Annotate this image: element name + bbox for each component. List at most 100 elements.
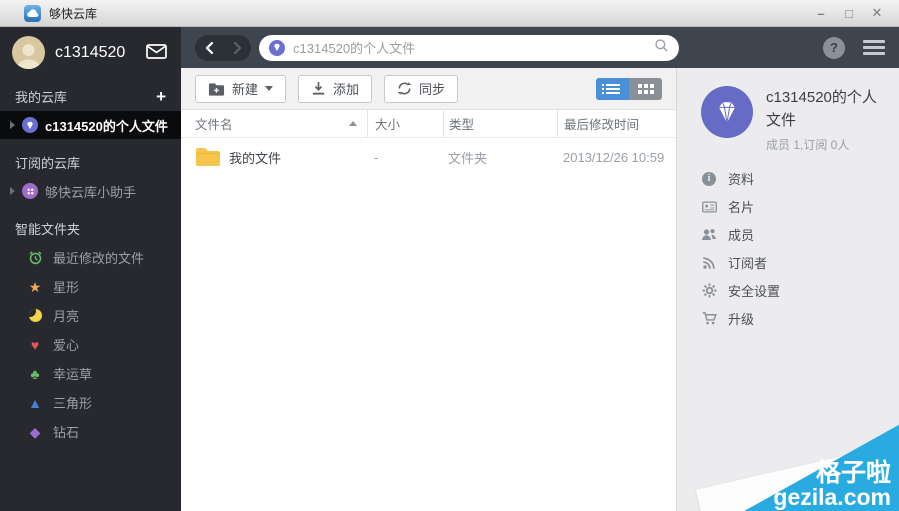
- watermark-cyan-triangle: [744, 424, 899, 511]
- sync-button[interactable]: 同步: [384, 74, 459, 103]
- smart-item-label: 最近修改的文件: [53, 251, 145, 266]
- maximize-button[interactable]: □: [835, 3, 863, 23]
- address-text[interactable]: c1314520的个人文件: [293, 38, 646, 57]
- sidebar-item-diamond[interactable]: ◆ 钻石: [0, 417, 181, 446]
- app-logo-icon: [24, 4, 41, 22]
- file-name: 我的文件: [229, 150, 282, 166]
- file-list-header: 文件名 大小 类型 最后修改时间: [181, 110, 676, 138]
- menu-item-security-settings[interactable]: 安全设置: [701, 277, 889, 305]
- column-header-modified[interactable]: 最后修改时间: [557, 110, 676, 137]
- sidebar-item-assistant[interactable]: 够快云库小助手: [0, 177, 181, 205]
- sort-ascending-icon: [349, 121, 357, 126]
- titlebar: 够快云库 – □ ✕: [0, 0, 899, 27]
- heart-icon: ♥: [30, 336, 40, 353]
- my-libraries-label: 我的云库: [15, 89, 68, 105]
- main-content: 新建 添加 同步 文件名 大小 类型 最后修改时间 我的文件 - 文件夹 201…: [181, 68, 676, 511]
- subscribed-libraries-label: 订阅的云库: [15, 155, 81, 171]
- folder-icon: [196, 148, 220, 166]
- grid-view-button[interactable]: [629, 77, 662, 100]
- new-folder-icon: [208, 82, 225, 96]
- grid-view-icon: [637, 83, 654, 94]
- section-subscribed-libraries: 订阅的云库: [0, 147, 181, 177]
- column-header-size[interactable]: 大小: [367, 110, 443, 137]
- address-search-bar[interactable]: c1314520的个人文件: [259, 34, 679, 61]
- sidebar-item-star[interactable]: ★ 星形: [0, 272, 181, 301]
- add-library-button[interactable]: +: [156, 88, 166, 105]
- library-info-panel: c1314520的个人文件 成员 1,订阅 0人 i 资料 名片 成员 订阅者 …: [676, 68, 899, 511]
- file-row[interactable]: 我的文件 - 文件夹 2013/12/26 10:59: [181, 138, 676, 176]
- add-button[interactable]: 添加: [298, 74, 373, 103]
- column-header-type[interactable]: 类型: [443, 110, 557, 137]
- section-smart-folders: 智能文件夹: [0, 213, 181, 243]
- info-icon: i: [701, 171, 717, 187]
- sidebar: c1314520 我的云库 + c1314520的个人文件 订阅的云库 够快云库…: [0, 27, 181, 511]
- dropdown-caret-icon: [265, 86, 274, 91]
- smart-folders-label: 智能文件夹: [15, 221, 81, 237]
- menu-item-subscribers[interactable]: 订阅者: [701, 249, 889, 277]
- menu-item-profile[interactable]: i 资料: [701, 165, 889, 193]
- members-icon: [701, 227, 717, 243]
- library-gem-icon: [22, 117, 38, 133]
- sidebar-item-personal-library[interactable]: c1314520的个人文件: [0, 111, 181, 139]
- smart-item-label: 爱心: [53, 338, 80, 353]
- app-window: 够快云库 – □ ✕ c1314520 我的云库 + c1314520的个人文件…: [0, 0, 899, 511]
- file-type: 文件夹: [448, 150, 488, 166]
- expand-caret-icon[interactable]: [10, 121, 15, 129]
- gear-icon: [701, 283, 717, 299]
- sidebar-item-heart[interactable]: ♥ 爱心: [0, 330, 181, 359]
- search-icon[interactable]: [654, 38, 669, 58]
- watermark-title: 格子啦: [815, 459, 891, 487]
- help-button[interactable]: ?: [823, 36, 845, 59]
- menu-icon[interactable]: [863, 40, 885, 55]
- library-title: c1314520的个人文件: [766, 89, 877, 130]
- watermark-white-band: [695, 446, 895, 511]
- menu-item-members[interactable]: 成员: [701, 221, 889, 249]
- smart-item-label: 月亮: [53, 309, 80, 324]
- sidebar-item-recently-modified[interactable]: 最近修改的文件: [0, 243, 181, 272]
- assistant-label: 够快云库小助手: [45, 184, 137, 200]
- star-icon: ★: [28, 278, 42, 295]
- expand-caret-icon[interactable]: [10, 187, 15, 195]
- rss-icon: [701, 255, 717, 271]
- club-icon: ♣: [30, 365, 40, 382]
- sidebar-item-triangle[interactable]: ▲ 三角形: [0, 388, 181, 417]
- menu-item-card[interactable]: 名片: [701, 193, 889, 221]
- section-my-libraries: 我的云库 +: [0, 81, 181, 111]
- mail-icon[interactable]: [146, 43, 167, 62]
- library-gem-icon: [269, 39, 285, 56]
- smart-item-label: 钻石: [53, 425, 80, 440]
- new-button[interactable]: 新建: [195, 74, 287, 103]
- assistant-icon: [22, 183, 38, 199]
- contact-card-icon: [701, 199, 717, 215]
- minimize-button[interactable]: –: [807, 3, 835, 23]
- diamond-icon: ◆: [29, 423, 41, 440]
- library-member-count: 成员 1,订阅 0人: [766, 137, 850, 152]
- sync-icon: [397, 82, 412, 95]
- column-header-filename[interactable]: 文件名: [181, 110, 367, 137]
- file-size: -: [374, 149, 379, 165]
- triangle-icon: ▲: [28, 394, 42, 411]
- list-view-icon: [601, 83, 620, 94]
- upload-icon: [312, 81, 325, 95]
- smart-item-label: 三角形: [53, 396, 93, 411]
- forward-button[interactable]: [223, 35, 251, 61]
- menu-item-upgrade[interactable]: 升级: [701, 305, 889, 333]
- sidebar-item-moon[interactable]: 月亮: [0, 301, 181, 330]
- library-avatar-gem-icon: [701, 86, 753, 138]
- smart-item-label: 幸运草: [53, 367, 93, 382]
- cart-icon: [701, 311, 717, 327]
- alarm-clock-icon: [27, 250, 43, 266]
- list-view-button[interactable]: [596, 77, 629, 100]
- user-account-row[interactable]: c1314520: [0, 27, 181, 73]
- file-list: 文件名 大小 类型 最后修改时间 我的文件 - 文件夹 2013/12/26 1…: [181, 110, 676, 511]
- personal-library-label: c1314520的个人文件: [45, 118, 168, 134]
- window-title: 够快云库: [49, 6, 98, 21]
- add-button-label: 添加: [333, 82, 360, 97]
- toolbar: 新建 添加 同步: [181, 68, 676, 110]
- close-button[interactable]: ✕: [863, 3, 891, 23]
- file-modified: 2013/12/26 10:59: [563, 149, 665, 165]
- navigation-bar: c1314520的个人文件 ?: [181, 27, 899, 68]
- back-button[interactable]: [195, 35, 223, 61]
- user-name: c1314520: [55, 43, 126, 61]
- sidebar-item-clover[interactable]: ♣ 幸运草: [0, 359, 181, 388]
